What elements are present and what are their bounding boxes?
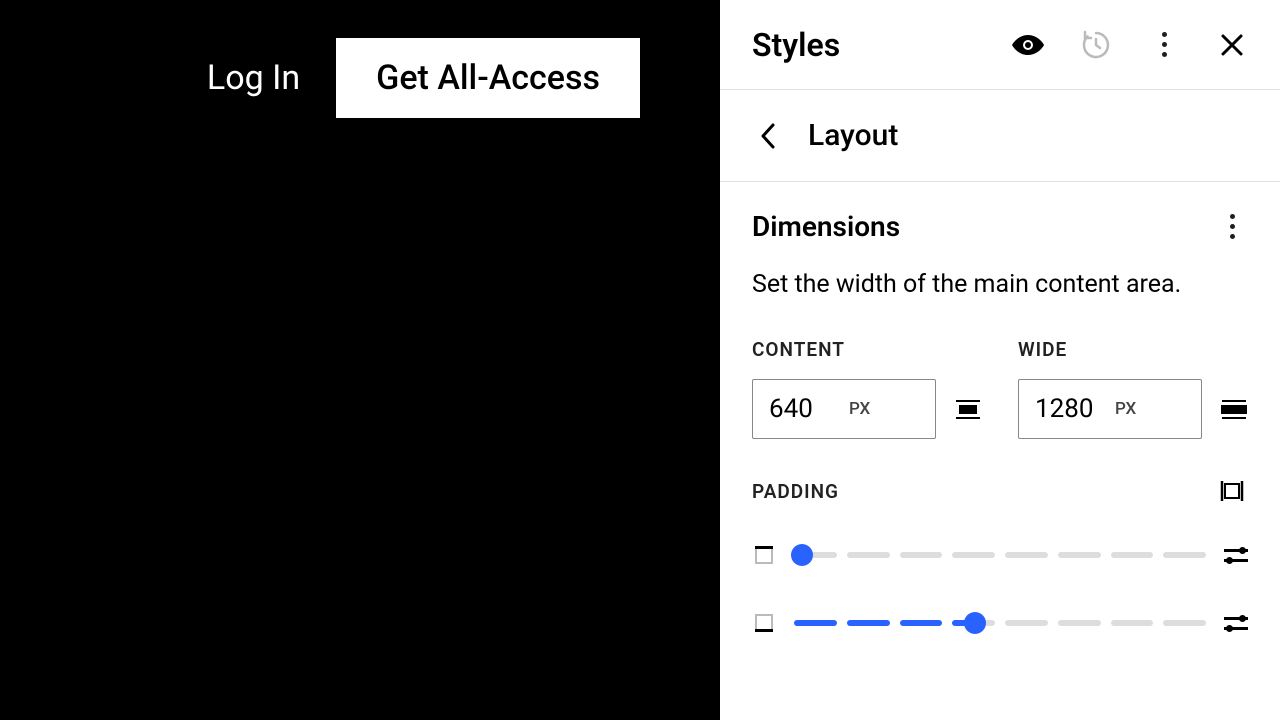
breadcrumb-title: Layout — [808, 118, 898, 153]
padding-bottom-icon — [752, 611, 776, 635]
login-link[interactable]: Log In — [207, 58, 300, 98]
content-width-field[interactable] — [769, 394, 849, 424]
padding-top-icon — [752, 543, 776, 567]
padding-bottom-slider[interactable] — [794, 611, 1206, 635]
close-icon[interactable] — [1216, 29, 1248, 61]
canvas-preview: Log In Get All-Access — [0, 0, 720, 720]
wide-label: WIDE — [1018, 338, 1248, 361]
padding-unlink-icon[interactable] — [1216, 475, 1248, 507]
more-menu-icon[interactable] — [1148, 29, 1180, 61]
back-button[interactable] — [752, 120, 784, 152]
wide-width-input[interactable]: PX — [1018, 379, 1202, 439]
padding-top-slider[interactable] — [794, 543, 1206, 567]
wide-unit[interactable]: PX — [1115, 399, 1136, 419]
content-width-input[interactable]: PX — [752, 379, 936, 439]
panel-header: Styles — [720, 0, 1280, 90]
content-align-icon[interactable] — [954, 395, 982, 423]
padding-bottom-settings-icon[interactable] — [1224, 611, 1248, 635]
dimensions-more-icon[interactable] — [1216, 211, 1248, 243]
eye-icon[interactable] — [1012, 29, 1044, 61]
padding-top-settings-icon[interactable] — [1224, 543, 1248, 567]
styles-panel: Styles Layout Dimensions — [720, 0, 1280, 720]
wide-width-field[interactable] — [1035, 394, 1115, 424]
get-all-access-button[interactable]: Get All-Access — [336, 38, 640, 118]
history-icon[interactable] — [1080, 29, 1112, 61]
wide-align-icon[interactable] — [1220, 395, 1248, 423]
padding-label: PADDING — [752, 480, 839, 503]
breadcrumb: Layout — [720, 90, 1280, 182]
dimensions-title: Dimensions — [752, 210, 900, 243]
content-label: CONTENT — [752, 338, 982, 361]
panel-title: Styles — [752, 26, 840, 64]
content-unit[interactable]: PX — [849, 399, 870, 419]
dimensions-description: Set the width of the main content area. — [752, 267, 1248, 302]
